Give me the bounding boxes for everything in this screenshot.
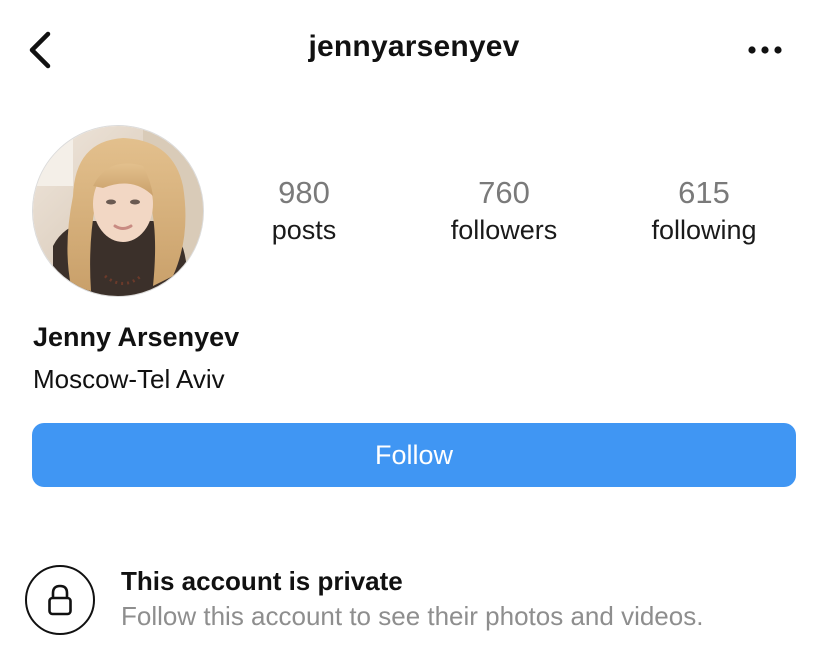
profile-bio: Moscow-Tel Aviv (33, 364, 225, 394)
private-account-title: This account is private (121, 566, 403, 596)
stat-followers[interactable]: 760 followers (414, 174, 594, 248)
more-options-button[interactable] (740, 36, 790, 64)
profile-full-name: Jenny Arsenyev (33, 322, 240, 352)
lock-icon (48, 584, 72, 616)
more-horizontal-icon (748, 46, 782, 54)
stat-following[interactable]: 615 following (614, 174, 794, 248)
avatar-photo (33, 126, 203, 296)
profile-avatar[interactable] (32, 125, 204, 297)
follow-button[interactable]: Follow (32, 423, 796, 487)
following-label: following (651, 215, 757, 245)
private-account-subtitle: Follow this account to see their photos … (121, 601, 704, 631)
stat-posts[interactable]: 980 posts (214, 174, 394, 248)
top-bar: jennyarsenyev (0, 0, 828, 100)
followers-count: 760 (478, 175, 530, 210)
private-lock-badge (25, 565, 95, 635)
profile-username: jennyarsenyev (308, 30, 520, 63)
posts-label: posts (271, 215, 337, 245)
followers-label: followers (450, 215, 558, 245)
posts-count: 980 (278, 175, 330, 210)
following-count: 615 (678, 175, 730, 210)
